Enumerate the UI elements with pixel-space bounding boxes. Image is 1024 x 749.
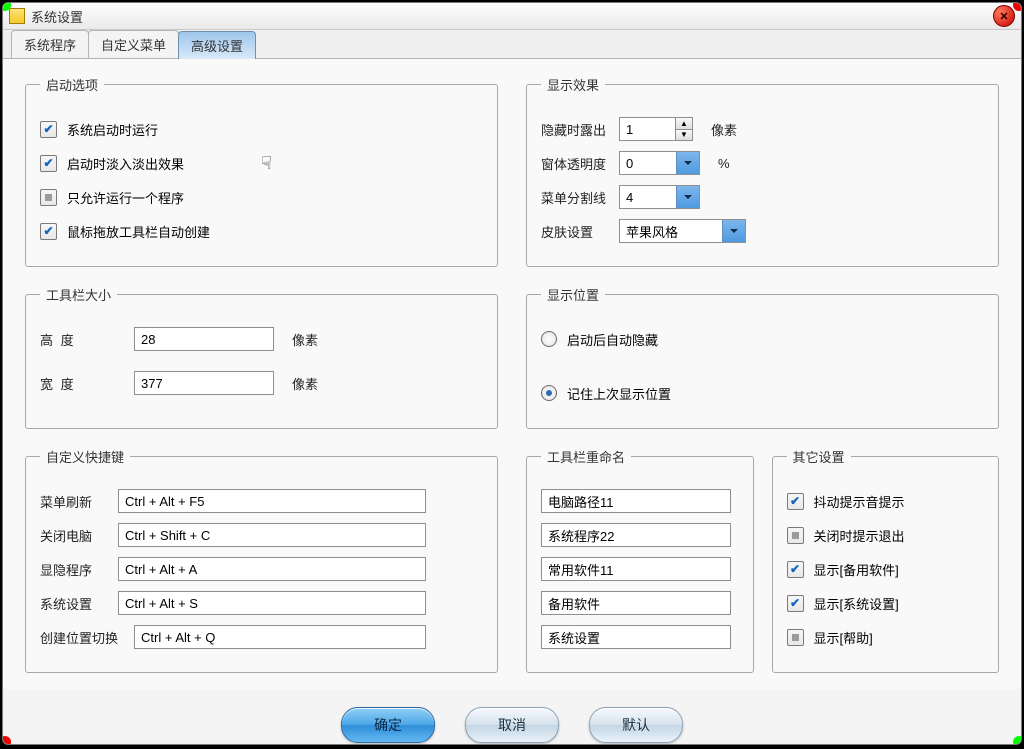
group-legend: 显示效果 [541, 75, 605, 94]
unit-height: 像素 [292, 330, 318, 349]
hk-create-switch-input[interactable] [134, 625, 426, 649]
checkbox-show-backup[interactable] [787, 561, 804, 578]
radio-remember-position[interactable] [541, 385, 557, 401]
tab-advanced-settings[interactable]: 高级设置 [178, 31, 256, 59]
corner-dot [1013, 736, 1022, 745]
tab-system-programs[interactable]: 系统程序 [11, 30, 89, 58]
group-legend: 工具栏大小 [40, 285, 117, 304]
ok-button[interactable]: 确定 [341, 707, 435, 743]
rename-input-2[interactable] [541, 523, 731, 547]
opacity-unit: % [718, 156, 730, 171]
rename-input-3[interactable] [541, 557, 731, 581]
group-legend: 自定义快捷键 [40, 447, 130, 466]
label-height: 高 度 [40, 330, 126, 349]
checkbox-fade[interactable] [40, 155, 57, 172]
unit-width: 像素 [292, 374, 318, 393]
checkbox-shake-sound[interactable] [787, 493, 804, 510]
label-confirm-close: 关闭时提示退出 [814, 526, 905, 545]
checkbox-confirm-close[interactable] [787, 527, 804, 544]
group-rename: 工具栏重命名 [526, 447, 754, 673]
label-skin: 皮肤设置 [541, 222, 611, 241]
reveal-spinner[interactable]: ▲ ▼ [619, 117, 693, 141]
checkbox-show-help[interactable] [787, 629, 804, 646]
chevron-down-icon[interactable] [722, 220, 745, 242]
tabstrip: 系统程序 自定义菜单 高级设置 [3, 30, 1021, 59]
button-bar: 确定 取消 默认 [3, 689, 1021, 745]
label-hk-refresh: 菜单刷新 [40, 492, 110, 511]
height-input[interactable] [134, 327, 274, 351]
divider-combo[interactable]: 4 [619, 185, 700, 209]
tab-custom-menu[interactable]: 自定义菜单 [88, 30, 179, 58]
rename-input-1[interactable] [541, 489, 731, 513]
rename-input-5[interactable] [541, 625, 731, 649]
chevron-down-icon[interactable]: ▼ [676, 130, 692, 141]
content-area: 启动选项 系统启动时运行 启动时淡入淡出效果 只允许运行一个程序 鼠标拖放工具栏… [3, 59, 1021, 689]
settings-window: 系统设置 ✕ 系统程序 自定义菜单 高级设置 启动选项 系统启动时运行 启动时淡… [2, 2, 1022, 745]
hk-shutdown-input[interactable] [118, 523, 426, 547]
group-position: 显示位置 启动后自动隐藏 记住上次显示位置 [526, 285, 999, 429]
skin-value: 苹果风格 [620, 220, 722, 242]
checkbox-run-on-start[interactable] [40, 121, 57, 138]
default-button[interactable]: 默认 [589, 707, 683, 743]
app-icon [9, 8, 25, 24]
group-startup: 启动选项 系统启动时运行 启动时淡入淡出效果 只允许运行一个程序 鼠标拖放工具栏… [25, 75, 498, 267]
group-display: 显示效果 隐藏时露出 ▲ ▼ 像素 窗体透明度 0 [526, 75, 999, 267]
corner-dot [2, 736, 11, 745]
close-icon[interactable]: ✕ [993, 5, 1015, 27]
cancel-button[interactable]: 取消 [465, 707, 559, 743]
reveal-input[interactable] [619, 117, 675, 141]
label-hk-settings: 系统设置 [40, 594, 110, 613]
label-divider: 菜单分割线 [541, 188, 611, 207]
checkbox-show-settings[interactable] [787, 595, 804, 612]
label-remember-position: 记住上次显示位置 [567, 384, 671, 403]
width-input[interactable] [134, 371, 274, 395]
label-hk-shutdown: 关闭电脑 [40, 526, 110, 545]
hk-refresh-input[interactable] [118, 489, 426, 513]
checkbox-single-instance[interactable] [40, 189, 57, 206]
rename-input-4[interactable] [541, 591, 731, 615]
radio-autohide[interactable] [541, 331, 557, 347]
label-shake-sound: 抖动提示音提示 [814, 492, 905, 511]
group-legend: 其它设置 [787, 447, 851, 466]
hk-settings-input[interactable] [118, 591, 426, 615]
titlebar: 系统设置 ✕ [3, 3, 1021, 30]
skin-combo[interactable]: 苹果风格 [619, 219, 746, 243]
checkbox-drag-create[interactable] [40, 223, 57, 240]
group-other: 其它设置 抖动提示音提示 关闭时提示退出 显示[备用软件] 显示[系统设置] [772, 447, 1000, 673]
group-legend: 显示位置 [541, 285, 605, 304]
corner-dot [1013, 2, 1022, 11]
group-legend: 工具栏重命名 [541, 447, 631, 466]
hk-toggle-input[interactable] [118, 557, 426, 581]
reveal-unit: 像素 [711, 120, 737, 139]
group-size: 工具栏大小 高 度 像素 宽 度 像素 [25, 285, 498, 429]
label-width: 宽 度 [40, 374, 126, 393]
label-show-settings: 显示[系统设置] [814, 594, 899, 613]
group-legend: 启动选项 [40, 75, 104, 94]
label-reveal: 隐藏时露出 [541, 120, 611, 139]
opacity-combo[interactable]: 0 [619, 151, 700, 175]
label-fade: 启动时淡入淡出效果 [67, 154, 184, 173]
label-hk-toggle: 显隐程序 [40, 560, 110, 579]
group-hotkeys: 自定义快捷键 菜单刷新 关闭电脑 显隐程序 系统设置 创建位置切换 [25, 447, 498, 673]
label-show-backup: 显示[备用软件] [814, 560, 899, 579]
label-opacity: 窗体透明度 [541, 154, 611, 173]
label-hk-create-switch: 创建位置切换 [40, 628, 126, 647]
label-run-on-start: 系统启动时运行 [67, 120, 158, 139]
opacity-value: 0 [620, 152, 676, 174]
chevron-down-icon[interactable] [676, 152, 699, 174]
label-show-help: 显示[帮助] [814, 628, 873, 647]
window-title: 系统设置 [31, 7, 83, 26]
chevron-up-icon[interactable]: ▲ [676, 118, 692, 130]
divider-value: 4 [620, 186, 676, 208]
chevron-down-icon[interactable] [676, 186, 699, 208]
label-autohide: 启动后自动隐藏 [567, 330, 658, 349]
label-drag-create: 鼠标拖放工具栏自动创建 [67, 222, 210, 241]
spinner-buttons[interactable]: ▲ ▼ [675, 117, 693, 141]
label-single-instance: 只允许运行一个程序 [67, 188, 184, 207]
